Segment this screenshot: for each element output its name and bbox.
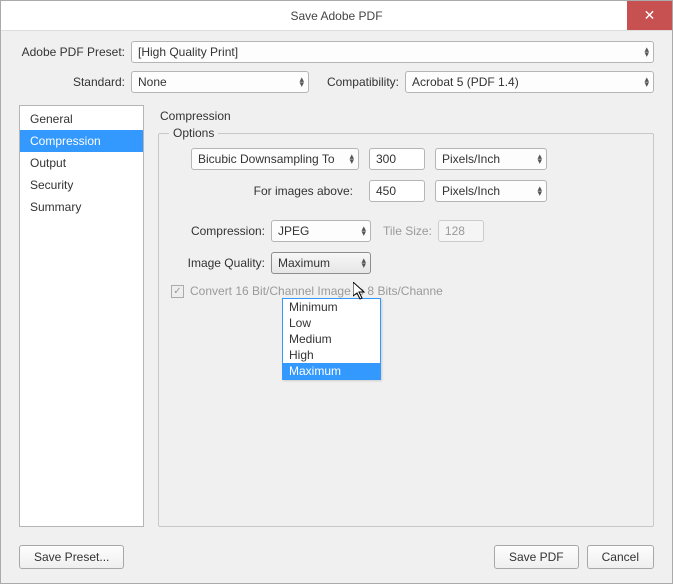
convert-label: Convert 16 Bit/Channel Image to 8 Bits/C… [190, 284, 443, 298]
footer: Save Preset... Save PDF Cancel [1, 535, 672, 583]
updown-icon: ▴▾ [537, 186, 542, 196]
convert-checkbox: ✓ [171, 285, 184, 298]
updown-icon: ▴▾ [644, 77, 649, 87]
image-quality-value: Maximum [278, 256, 330, 270]
updown-icon: ▴▾ [361, 258, 366, 268]
compatibility-select[interactable]: Acrobat 5 (PDF 1.4) ▴▾ [405, 71, 654, 93]
for-above-unit-value: Pixels/Inch [442, 184, 500, 198]
save-preset-button[interactable]: Save Preset... [19, 545, 124, 569]
updown-icon: ▴▾ [349, 154, 354, 164]
for-above-unit-select[interactable]: Pixels/Inch ▴▾ [435, 180, 547, 202]
panel: Compression Options Bicubic Downsampling… [158, 105, 654, 527]
sidebar-item-general[interactable]: General [20, 108, 143, 130]
titlebar: Save Adobe PDF ✕ [1, 1, 672, 31]
preset-label: Adobe PDF Preset: [19, 45, 131, 59]
downsample-value-input[interactable]: 300 [369, 148, 425, 170]
downsample-unit-value: Pixels/Inch [442, 152, 500, 166]
dropdown-item-maximum[interactable]: Maximum [283, 363, 380, 379]
save-pdf-button[interactable]: Save PDF [494, 545, 579, 569]
downsample-unit-select[interactable]: Pixels/Inch ▴▾ [435, 148, 547, 170]
compatibility-value: Acrobat 5 (PDF 1.4) [412, 75, 519, 89]
updown-icon: ▴▾ [644, 47, 649, 57]
updown-icon: ▴▾ [361, 226, 366, 236]
image-quality-dropdown[interactable]: Minimum Low Medium High Maximum [282, 298, 381, 380]
for-above-label: For images above: [171, 184, 359, 198]
compatibility-label: Compatibility: [309, 75, 405, 89]
for-above-value-input[interactable]: 450 [369, 180, 425, 202]
image-quality-select[interactable]: Maximum ▴▾ [271, 252, 371, 274]
dropdown-item-low[interactable]: Low [283, 315, 380, 331]
top-section: Adobe PDF Preset: [High Quality Print] ▴… [1, 31, 672, 105]
downsample-method-value: Bicubic Downsampling To [198, 152, 335, 166]
close-button[interactable]: ✕ [627, 1, 672, 30]
dropdown-item-medium[interactable]: Medium [283, 331, 380, 347]
cancel-button[interactable]: Cancel [587, 545, 654, 569]
sidebar-item-summary[interactable]: Summary [20, 196, 143, 218]
options-legend: Options [169, 126, 218, 140]
sidebar-item-compression[interactable]: Compression [20, 130, 143, 152]
sidebar: General Compression Output Security Summ… [19, 105, 144, 527]
sidebar-item-security[interactable]: Security [20, 174, 143, 196]
preset-select[interactable]: [High Quality Print] ▴▾ [131, 41, 654, 63]
downsample-method-select[interactable]: Bicubic Downsampling To ▴▾ [191, 148, 359, 170]
standard-select[interactable]: None ▴▾ [131, 71, 309, 93]
compression-label: Compression: [171, 224, 271, 238]
image-quality-label: Image Quality: [171, 256, 271, 270]
tile-size-input: 128 [438, 220, 484, 242]
close-icon: ✕ [644, 7, 656, 24]
sidebar-item-output[interactable]: Output [20, 152, 143, 174]
compression-select[interactable]: JPEG ▴▾ [271, 220, 371, 242]
standard-value: None [138, 75, 167, 89]
window-title: Save Adobe PDF [290, 9, 382, 23]
compression-value: JPEG [278, 224, 309, 238]
dropdown-item-high[interactable]: High [283, 347, 380, 363]
dropdown-item-minimum[interactable]: Minimum [283, 299, 380, 315]
updown-icon: ▴▾ [537, 154, 542, 164]
save-pdf-dialog: Save Adobe PDF ✕ Adobe PDF Preset: [High… [0, 0, 673, 584]
updown-icon: ▴▾ [299, 77, 304, 87]
standard-label: Standard: [19, 75, 131, 89]
options-fieldset: Options Bicubic Downsampling To ▴▾ 300 P… [158, 133, 654, 527]
tile-size-label: Tile Size: [383, 224, 432, 238]
preset-value: [High Quality Print] [138, 45, 238, 59]
panel-title: Compression [158, 105, 654, 133]
